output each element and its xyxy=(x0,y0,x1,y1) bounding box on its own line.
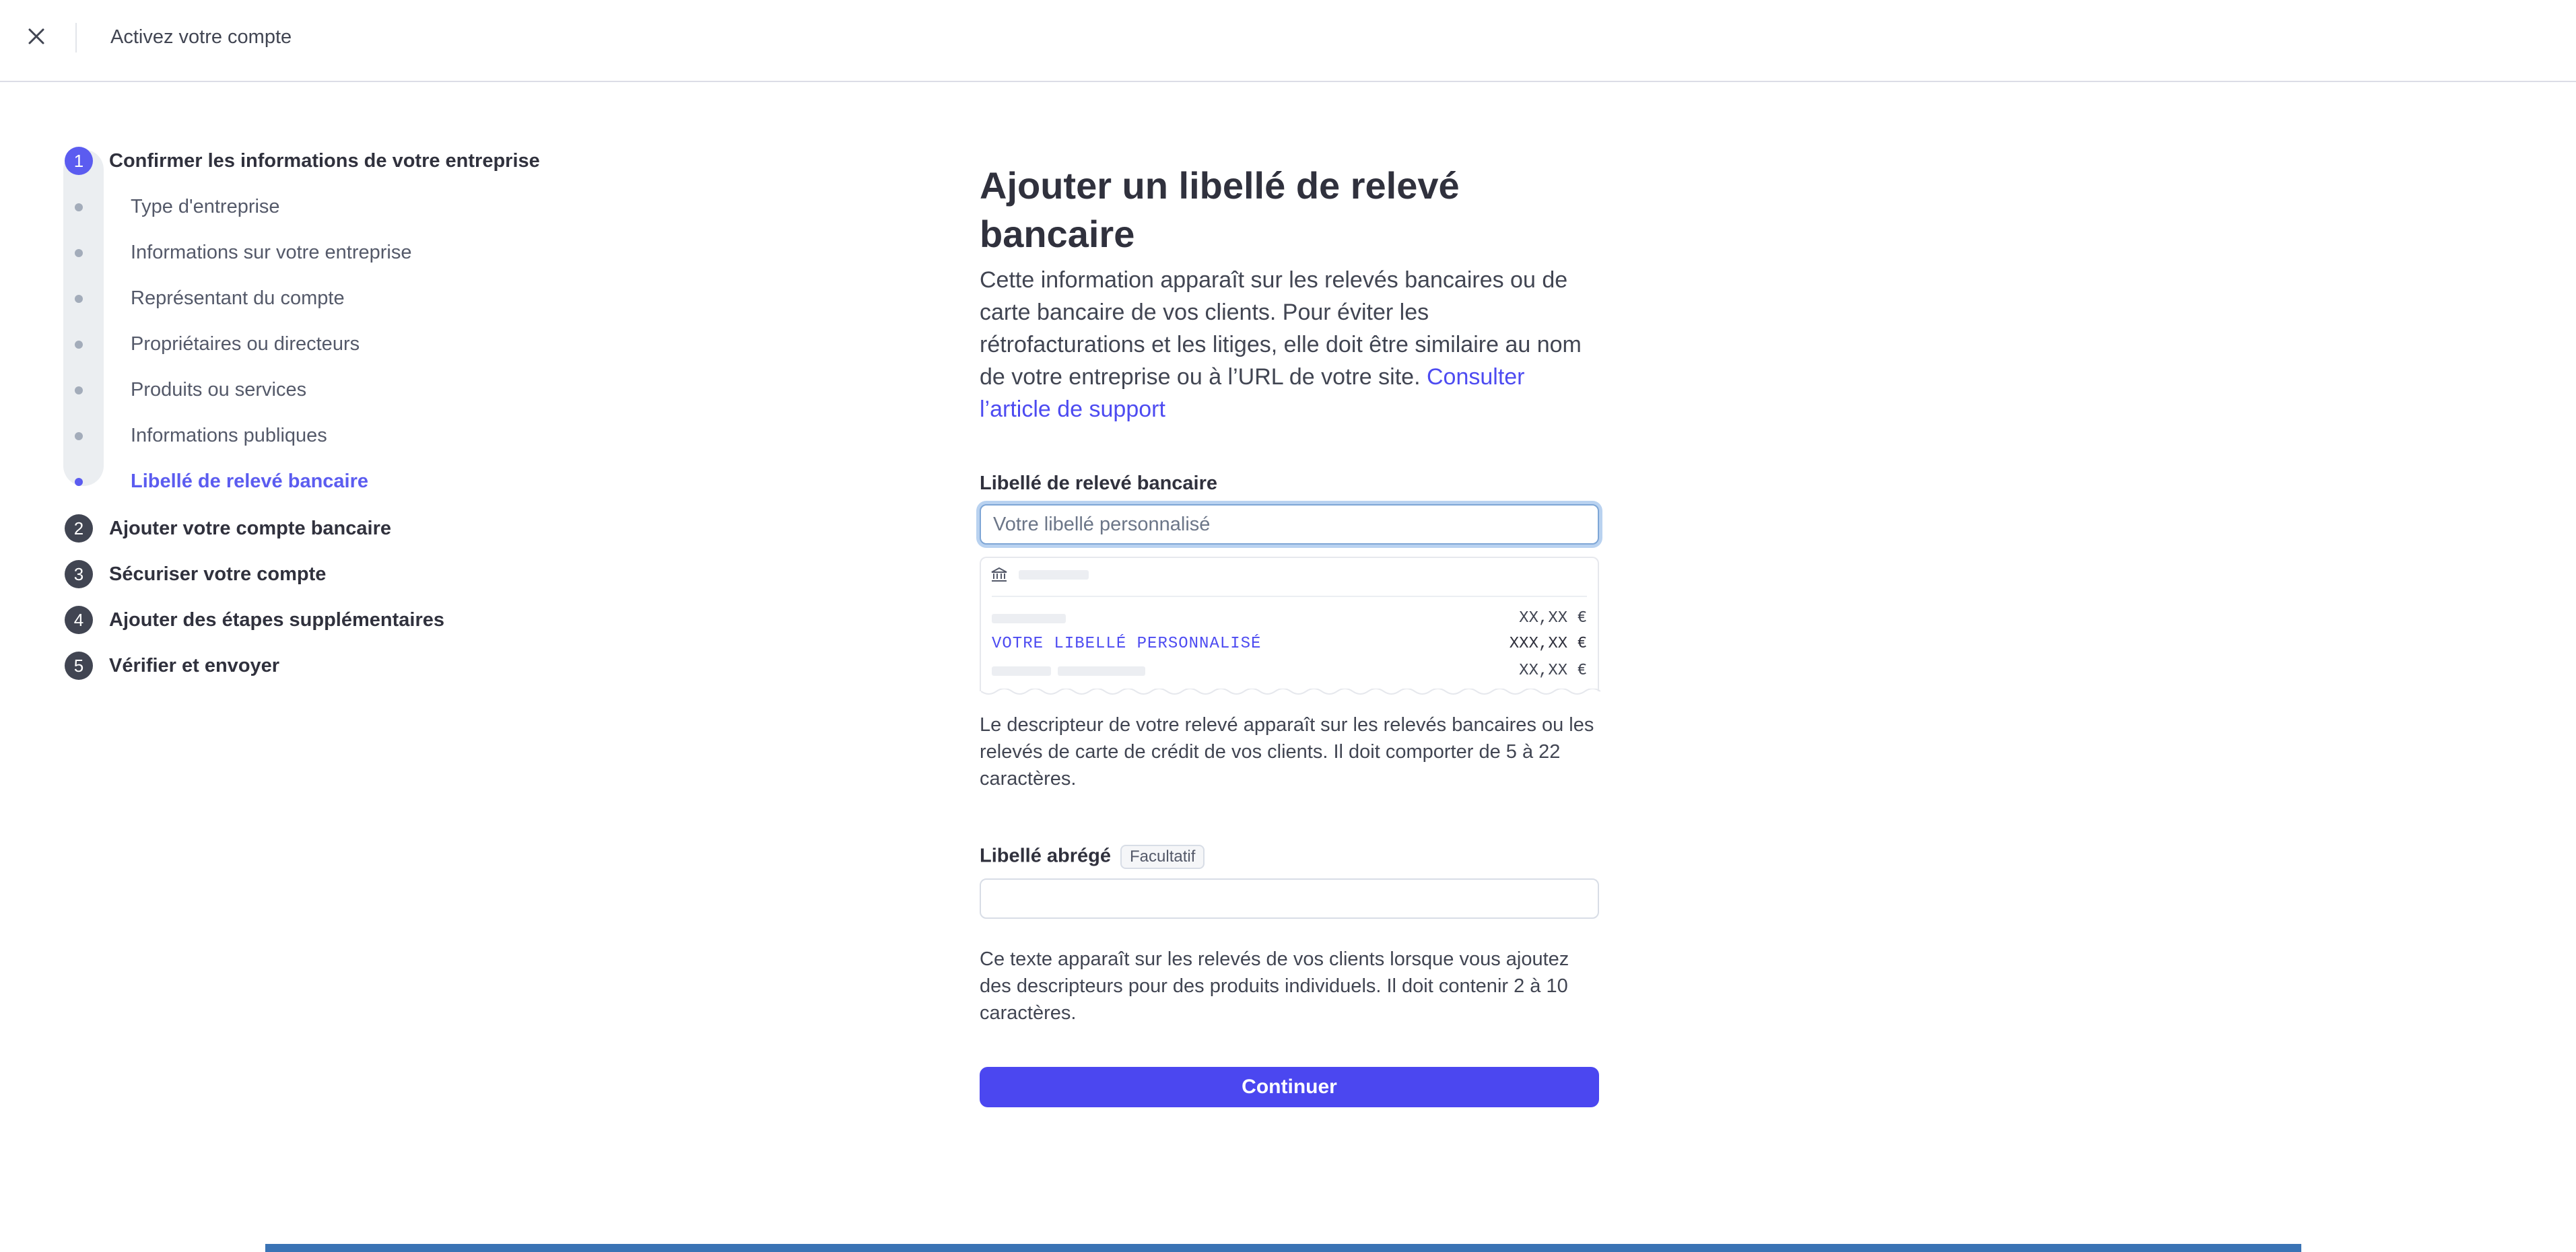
substep-label: Représentant du compte xyxy=(131,287,345,309)
substep-dot xyxy=(75,386,83,394)
optional-badge: Facultatif xyxy=(1120,845,1205,869)
substep-dot xyxy=(75,340,83,349)
substep-dot xyxy=(75,203,83,211)
short-help-text: Ce texte apparaît sur les relevés de vos… xyxy=(980,948,1569,1024)
step-number-1: 1 xyxy=(65,147,93,175)
statement-help-text: Le descripteur de votre relevé apparaît … xyxy=(980,714,1594,790)
step-number-4: 4 xyxy=(65,606,93,634)
short-field-group: Libellé abrégé Facultatif xyxy=(980,845,1599,919)
short-field-label-row: Libellé abrégé Facultatif xyxy=(980,845,1599,869)
intro-text: Cette information apparaît sur les relev… xyxy=(980,264,1599,425)
substep-dot xyxy=(75,431,83,440)
step-number-2: 2 xyxy=(65,514,93,543)
step-label-4: Ajouter des étapes supplémentaires xyxy=(109,608,444,631)
step-label-1: Confirmer les informations de votre entr… xyxy=(109,149,540,172)
substep-label: Informations publiques xyxy=(131,425,327,446)
short-descriptor-input[interactable] xyxy=(980,878,1599,919)
preview-row-3: XX,XX € xyxy=(992,662,1587,680)
step-5[interactable]: 5 Vérifier et envoyer xyxy=(59,652,279,680)
continue-button[interactable]: Continuer xyxy=(980,1067,1599,1107)
preview-row-custom: VOTRE LIBELLÉ PERSONNALISÉ XXX,XX € xyxy=(992,635,1587,653)
statement-field-group: Libellé de relevé bancaire xyxy=(980,473,1599,545)
substep-account-representative[interactable]: Représentant du compte xyxy=(59,287,345,310)
preview-amount-1: XX,XX € xyxy=(1519,609,1587,627)
receipt-edge xyxy=(981,689,1600,695)
step-number-3: 3 xyxy=(65,560,93,588)
bank-icon xyxy=(991,567,1007,582)
preview-placeholder-bar xyxy=(1058,666,1145,676)
substep-statement-descriptor[interactable]: Libellé de relevé bancaire xyxy=(59,471,368,493)
step-label-3: Sécuriser votre compte xyxy=(109,563,327,585)
page-header-title: Activez votre compte xyxy=(110,26,292,48)
step-3[interactable]: 3 Sécuriser votre compte xyxy=(59,560,326,588)
substep-public-info[interactable]: Informations publiques xyxy=(59,425,327,447)
statement-field-label: Libellé de relevé bancaire xyxy=(980,473,1218,494)
substep-label-active: Libellé de relevé bancaire xyxy=(131,471,369,492)
substep-label: Produits ou services xyxy=(131,379,307,401)
step-label-2: Ajouter votre compte bancaire xyxy=(109,517,391,539)
substep-label: Propriétaires ou directeurs xyxy=(131,333,360,355)
preview-placeholder-bar xyxy=(992,613,1066,623)
bottom-accent-bar xyxy=(265,1244,2301,1252)
step-1[interactable]: 1 Confirmer les informations de votre en… xyxy=(59,147,540,175)
step-2[interactable]: 2 Ajouter votre compte bancaire xyxy=(59,514,391,543)
preview-placeholder-group xyxy=(992,666,1145,676)
statement-descriptor-form: Ajouter un libellé de relevé bancaire Ce… xyxy=(980,162,1600,1107)
page-title: Ajouter un libellé de relevé bancaire xyxy=(980,164,1460,255)
preview-amount-3: XX,XX € xyxy=(1519,662,1587,680)
header-divider xyxy=(75,23,77,53)
statement-preview: XX,XX € VOTRE LIBELLÉ PERSONNALISÉ XXX,X… xyxy=(980,557,1600,695)
preview-amount-2: XXX,XX € xyxy=(1509,635,1587,653)
close-button[interactable] xyxy=(23,23,50,50)
statement-descriptor-input[interactable] xyxy=(980,504,1599,545)
preview-bank-row xyxy=(990,566,1089,584)
substep-business-info[interactable]: Informations sur votre entreprise xyxy=(59,242,411,264)
step-4[interactable]: 4 Ajouter des étapes supplémentaires xyxy=(59,606,444,634)
substep-dot-active xyxy=(75,477,83,486)
substep-dot xyxy=(75,248,83,257)
substep-products[interactable]: Produits ou services xyxy=(59,379,306,401)
close-icon xyxy=(28,28,44,44)
top-bar: Activez votre compte xyxy=(0,0,2576,82)
preview-placeholder-bar xyxy=(1019,570,1089,580)
substep-dot xyxy=(75,294,83,303)
substep-owners[interactable]: Propriétaires ou directeurs xyxy=(59,333,360,355)
substep-label: Informations sur votre entreprise xyxy=(131,242,412,263)
preview-separator xyxy=(992,596,1587,597)
preview-row-1: XX,XX € xyxy=(992,609,1587,627)
preview-custom-label: VOTRE LIBELLÉ PERSONNALISÉ xyxy=(992,635,1262,653)
short-field-label: Libellé abrégé xyxy=(980,845,1112,867)
substep-business-type[interactable]: Type d'entreprise xyxy=(59,196,280,218)
substep-label: Type d'entreprise xyxy=(131,196,280,217)
step-label-5: Vérifier et envoyer xyxy=(109,654,280,676)
preview-placeholder-bar xyxy=(992,666,1051,676)
step-number-5: 5 xyxy=(65,652,93,680)
